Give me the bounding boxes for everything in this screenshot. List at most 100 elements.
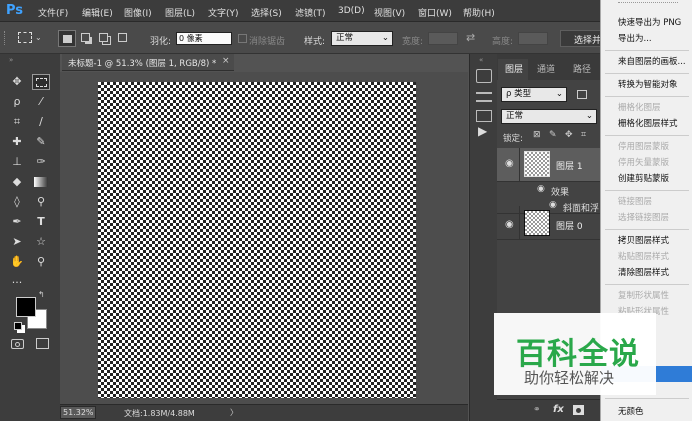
zoom-tool-icon[interactable]: ⚲ xyxy=(32,254,50,270)
menu-help[interactable]: 帮助(H) xyxy=(463,6,495,19)
link-layers-icon[interactable]: ⚭ xyxy=(533,405,541,415)
lock-position-icon[interactable]: ✥ xyxy=(565,130,573,140)
feather-input[interactable]: 0 像素 xyxy=(176,32,232,45)
subtract-selection-icon[interactable] xyxy=(99,33,108,42)
menu-disable-layer-mask: 停用图层蒙版 xyxy=(618,142,670,152)
crop-tool-icon[interactable]: ⌗ xyxy=(8,114,26,130)
history-panel-icon[interactable] xyxy=(476,69,492,83)
add-mask-icon[interactable] xyxy=(573,405,584,415)
menu-copy-layer-style[interactable]: 拷贝图层样式 xyxy=(618,234,669,246)
menu-window[interactable]: 窗口(W) xyxy=(418,6,452,19)
status-bar: 51.32% 文档:1.83M/4.88M 〉 xyxy=(60,404,468,421)
menu-disable-vector-mask: 停用矢量蒙版 xyxy=(618,158,670,168)
marquee-preset-icon[interactable] xyxy=(18,32,32,43)
menu-view[interactable]: 视图(V) xyxy=(374,6,405,19)
blend-mode-select[interactable]: 正常 ⌄ xyxy=(501,109,597,124)
layer-effects-row[interactable]: ◉ 效果 xyxy=(497,182,605,198)
grip-icon xyxy=(4,31,7,45)
new-selection-button[interactable] xyxy=(58,30,76,47)
swap-colors-icon[interactable]: ↰ xyxy=(38,290,45,299)
menu-no-color[interactable]: 无颜色 xyxy=(618,405,644,417)
layer-row-0[interactable]: ◉ 图层 0 xyxy=(497,206,605,240)
visibility-eye-icon[interactable]: ◉ xyxy=(537,184,545,194)
layer-row-1[interactable]: ◉ 图层 1 xyxy=(497,148,605,182)
play-actions-icon[interactable]: ▶ xyxy=(478,124,487,138)
document-canvas[interactable] xyxy=(98,82,416,398)
chevron-down-icon: ⌄ xyxy=(555,89,563,99)
more-tools-icon[interactable]: ··· xyxy=(8,275,26,291)
menu-quick-export-png[interactable]: 快速导出为 PNG xyxy=(618,16,681,28)
fx-icon[interactable]: fx xyxy=(553,404,564,415)
layer-name[interactable]: 图层 0 xyxy=(556,219,583,232)
close-tab-icon[interactable]: × xyxy=(222,56,230,66)
magic-wand-tool-icon[interactable]: ⁄ xyxy=(32,94,50,110)
menu-clear-layer-style[interactable]: 清除图层样式 xyxy=(618,266,669,278)
foreground-color-swatch[interactable] xyxy=(16,297,36,317)
antialias-checkbox[interactable] xyxy=(238,34,247,43)
history-brush-tool-icon[interactable]: ✑ xyxy=(32,154,50,170)
menu-3d[interactable]: 3D(D) xyxy=(338,6,365,16)
blur-tool-icon[interactable]: ◊ xyxy=(8,194,26,210)
menu-type[interactable]: 文字(Y) xyxy=(208,6,239,19)
path-selection-tool-icon[interactable]: ➤ xyxy=(8,234,26,250)
collapse-icon[interactable]: » xyxy=(9,56,13,64)
status-menu-arrow-icon[interactable]: 〉 xyxy=(230,407,238,418)
quick-mask-icon[interactable] xyxy=(11,339,24,349)
lock-transparent-icon[interactable]: ⊠ xyxy=(533,130,541,140)
zoom-level-field[interactable]: 51.32% xyxy=(60,406,96,419)
lock-artboard-icon[interactable]: ⌗ xyxy=(581,130,586,140)
menu-convert-smart-object[interactable]: 转换为智能对象 xyxy=(618,78,678,90)
effects-label: 效果 xyxy=(551,188,570,198)
menu-image[interactable]: 图像(I) xyxy=(124,6,152,19)
menu-rasterize-layer-style[interactable]: 栅格化图层样式 xyxy=(618,117,678,129)
add-selection-icon[interactable] xyxy=(81,33,90,42)
menu-select[interactable]: 选择(S) xyxy=(251,6,282,19)
filter-image-icon[interactable] xyxy=(577,90,587,99)
menu-artboard-from-layers[interactable]: 来自图层的画板... xyxy=(618,55,686,67)
adjustments-panel-icon[interactable] xyxy=(476,110,492,122)
clone-stamp-tool-icon[interactable]: ⊥ xyxy=(8,154,26,170)
hand-tool-icon[interactable]: ✋ xyxy=(8,254,26,270)
menu-separator xyxy=(605,96,689,97)
menu-export-as[interactable]: 导出为... xyxy=(618,32,652,44)
visibility-eye-icon[interactable]: ◉ xyxy=(505,158,514,169)
brush-tool-icon[interactable]: ✎ xyxy=(32,134,50,150)
healing-brush-tool-icon[interactable]: ✚ xyxy=(8,134,26,150)
menu-edit[interactable]: 编辑(E) xyxy=(82,6,113,19)
lasso-tool-icon[interactable]: ρ xyxy=(8,94,26,110)
menu-separator xyxy=(605,190,689,191)
style-select[interactable]: 正常 ⌄ xyxy=(331,31,393,46)
collapse-icon[interactable]: « xyxy=(479,56,483,64)
dodge-tool-icon[interactable]: ⚲ xyxy=(32,194,50,210)
move-tool-icon[interactable]: ✥ xyxy=(8,74,26,90)
shape-tool-icon[interactable]: ☆ xyxy=(32,234,50,250)
tab-paths[interactable]: 路径 xyxy=(573,62,591,75)
swap-icon[interactable]: ⇄ xyxy=(466,31,475,44)
width-input[interactable] xyxy=(428,32,458,45)
menu-create-clipping-mask[interactable]: 创建剪贴蒙版 xyxy=(618,172,669,184)
eraser-tool-icon[interactable]: ◆ xyxy=(8,174,26,190)
menu-filter[interactable]: 滤镜(T) xyxy=(295,6,326,19)
eyedropper-tool-icon[interactable]: ∕ xyxy=(32,114,50,130)
select-and-mask-button[interactable]: 选择并 xyxy=(560,30,602,47)
screen-mode-icon[interactable] xyxy=(36,338,49,349)
gradient-tool-icon[interactable] xyxy=(32,174,50,190)
tab-layers-label: 图层 xyxy=(505,65,524,75)
tab-channels[interactable]: 通道 xyxy=(537,62,555,75)
intersect-selection-icon[interactable] xyxy=(118,33,127,42)
visibility-eye-icon[interactable]: ◉ xyxy=(505,219,514,230)
pen-tool-icon[interactable]: ✒ xyxy=(8,214,26,230)
menu-bar: Ps 文件(F) 编辑(E) 图像(I) 图层(L) 文字(Y) 选择(S) 滤… xyxy=(0,0,692,22)
default-colors-icon[interactable] xyxy=(14,322,22,330)
type-tool-icon[interactable]: T xyxy=(32,214,50,230)
height-input[interactable] xyxy=(518,32,548,45)
menu-layer[interactable]: 图层(L) xyxy=(165,6,195,19)
document-tab[interactable]: 未标题-1 @ 51.3% (图层 1, RGB/8) * xyxy=(62,54,234,71)
properties-panel-icon[interactable] xyxy=(476,92,492,102)
layer-filter-select[interactable]: ρ 类型 ⌄ xyxy=(501,87,567,102)
chevron-down-icon[interactable]: ⌄ xyxy=(35,33,42,42)
menu-file[interactable]: 文件(F) xyxy=(38,6,68,19)
layer-name[interactable]: 图层 1 xyxy=(556,159,583,172)
marquee-tool-icon[interactable] xyxy=(32,74,50,90)
lock-pixels-icon[interactable]: ✎ xyxy=(549,130,557,140)
